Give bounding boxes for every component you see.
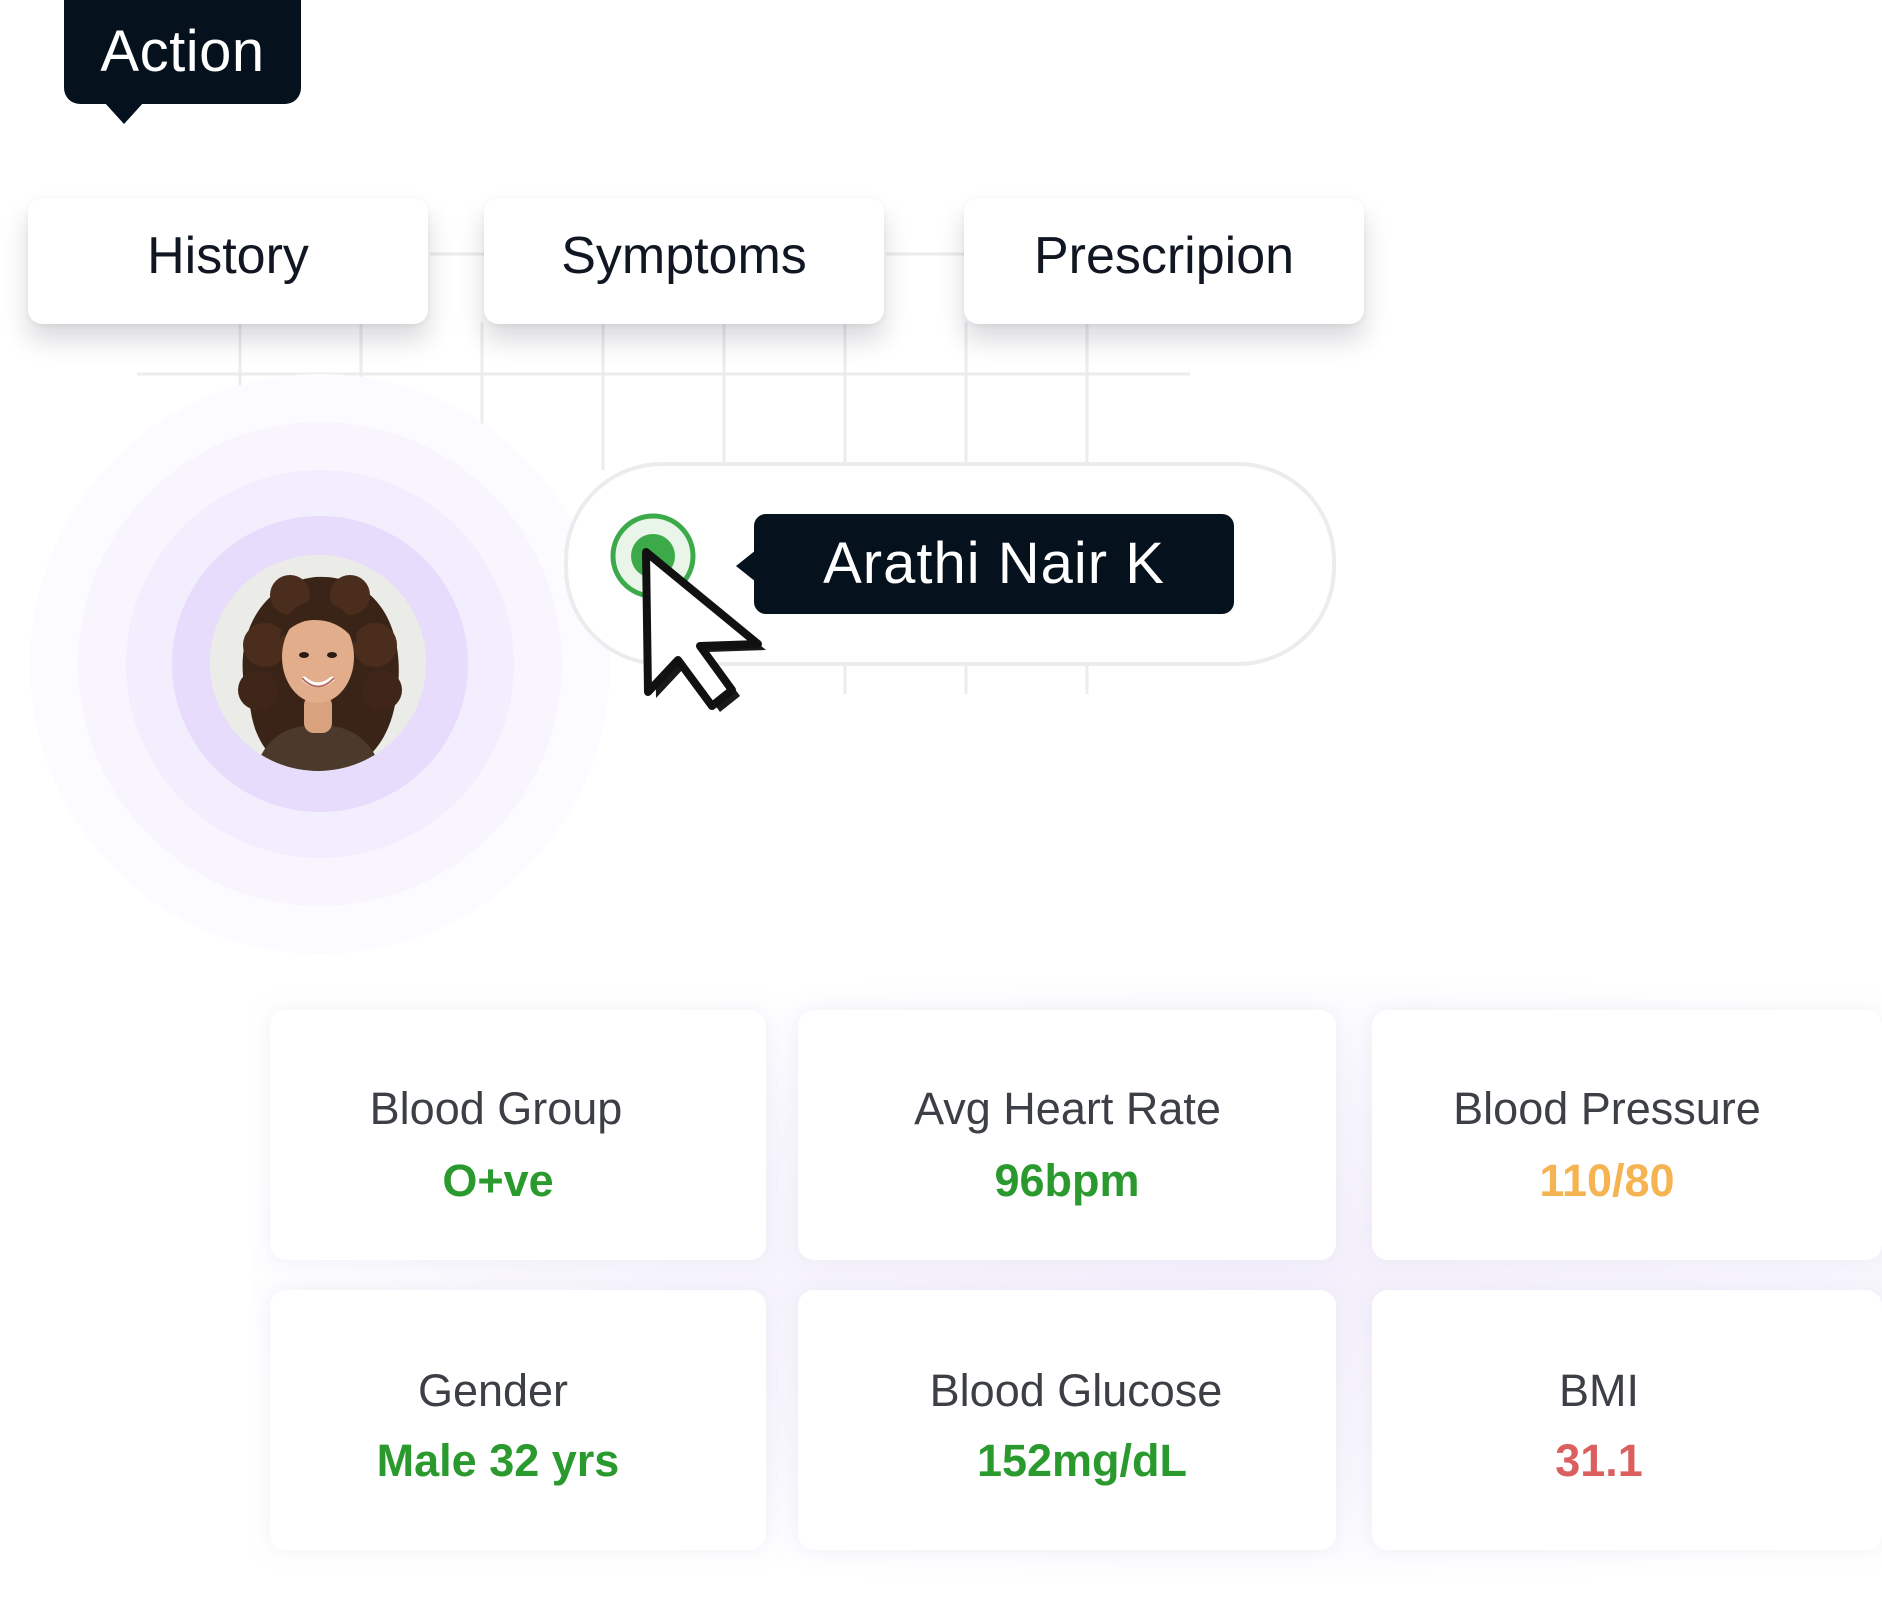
vital-card-bmi: BMI 31.1: [1372, 1290, 1882, 1550]
patient-name: Arathi Nair K: [823, 531, 1165, 596]
action-tooltip-label: Action: [100, 19, 265, 84]
vital-value: 31.1: [1555, 1435, 1643, 1486]
vital-card-gender: Gender Male 32 yrs: [270, 1290, 766, 1550]
vital-value: Male 32 yrs: [376, 1435, 620, 1486]
vital-label: Blood Group: [369, 1083, 623, 1134]
tab-prescription[interactable]: Prescripion: [964, 198, 1364, 324]
vital-label: BMI: [1558, 1365, 1639, 1416]
tab-history[interactable]: History: [28, 198, 428, 324]
vital-card-heart-rate: Avg Heart Rate 96bpm: [798, 1010, 1336, 1260]
vital-value: O+ve: [442, 1155, 554, 1206]
patient-name-label: Arathi Nair K: [736, 514, 1234, 614]
mouse-pointer-icon: [642, 548, 766, 712]
vital-value: 110/80: [1539, 1155, 1675, 1206]
vital-card-blood-group: Blood Group O+ve: [270, 1010, 766, 1260]
vital-card-blood-pressure: Blood Pressure 110/80: [1372, 1010, 1882, 1260]
vital-value: 152mg/dL: [976, 1435, 1188, 1486]
patient-avatar[interactable]: [210, 555, 426, 771]
vital-card-blood-glucose: Blood Glucose 152mg/dL: [798, 1290, 1336, 1550]
vital-label: Avg Heart Rate: [914, 1083, 1221, 1134]
patient-portrait: [210, 555, 426, 771]
tab-prescription-label: Prescripion: [1033, 227, 1295, 285]
action-tooltip: Action: [64, 0, 301, 124]
vital-label: Gender: [417, 1365, 569, 1416]
tab-history-label: History: [147, 227, 309, 285]
tab-symptoms-label: Symptoms: [561, 227, 807, 285]
vital-value: 96bpm: [994, 1155, 1140, 1206]
vital-label: Blood Glucose: [929, 1365, 1223, 1416]
tab-symptoms[interactable]: Symptoms: [484, 198, 884, 324]
vital-label: Blood Pressure: [1453, 1083, 1761, 1134]
